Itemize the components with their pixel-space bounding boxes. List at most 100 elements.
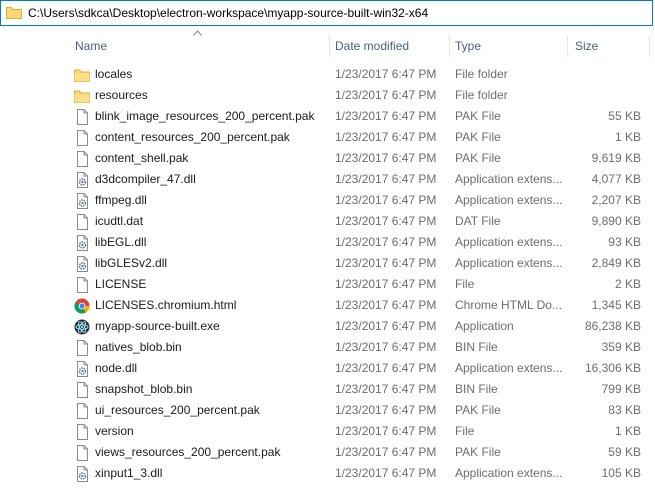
file-row[interactable]: ffmpeg.dll 1/23/2017 6:47 PM Application e… — [0, 190, 655, 211]
file-type: Application extens... — [455, 361, 563, 375]
file-row[interactable]: snapshot_blob.bin 1/23/2017 6:47 PM BIN Fi… — [0, 379, 655, 400]
file-row[interactable]: LICENSES.chromium.html 1/23/2017 6:47 PM C… — [0, 295, 655, 316]
file-date-modified: 1/23/2017 6:47 PM — [335, 67, 437, 81]
file-row[interactable]: libEGL.dll 1/23/2017 6:47 PM Application e… — [0, 232, 655, 253]
file-date-modified: 1/23/2017 6:47 PM — [335, 214, 437, 228]
file-row[interactable]: content_resources_200_percent.pak 1/23/20… — [0, 127, 655, 148]
file-date-modified: 1/23/2017 6:47 PM — [335, 340, 437, 354]
file-size: 1 KB — [614, 130, 641, 144]
dll-gear-icon — [74, 193, 90, 209]
file-name: content_resources_200_percent.pak — [95, 130, 290, 144]
file-date-modified: 1/23/2017 6:47 PM — [335, 298, 437, 312]
column-divider[interactable] — [329, 35, 330, 57]
file-size: 1,345 KB — [591, 298, 641, 312]
file-type: PAK File — [455, 130, 501, 144]
file-name: libEGL.dll — [95, 235, 147, 249]
file-size: 2,849 KB — [591, 256, 641, 270]
dll-gear-icon — [74, 172, 90, 188]
file-type: Application extens... — [455, 235, 563, 249]
file-row[interactable]: node.dll 1/23/2017 6:47 PM Application ext… — [0, 358, 655, 379]
file-type: BIN File — [455, 382, 498, 396]
file-type: File — [455, 277, 475, 291]
file-type: Application extens... — [455, 256, 563, 270]
file-icon — [74, 382, 90, 398]
file-name: myapp-source-built.exe — [95, 319, 220, 333]
file-list: locales 1/23/2017 6:47 PM File folder resou… — [0, 64, 655, 484]
file-name: d3dcompiler_47.dll — [95, 172, 196, 186]
file-icon — [74, 214, 90, 230]
file-date-modified: 1/23/2017 6:47 PM — [335, 319, 437, 333]
file-icon — [74, 109, 90, 125]
file-size: 4,077 KB — [591, 172, 641, 186]
column-header-type[interactable]: Type — [455, 33, 565, 59]
file-date-modified: 1/23/2017 6:47 PM — [335, 151, 437, 165]
file-icon — [74, 151, 90, 167]
file-type: File — [455, 424, 475, 438]
file-icon — [74, 340, 90, 356]
file-type: Application extens... — [455, 193, 563, 207]
column-divider[interactable] — [449, 35, 450, 57]
file-size: 83 KB — [608, 403, 641, 417]
file-size: 16,306 KB — [584, 361, 641, 375]
column-header-name[interactable]: Name — [75, 33, 325, 59]
file-row[interactable]: ui_resources_200_percent.pak 1/23/2017 6:… — [0, 400, 655, 421]
file-icon — [74, 445, 90, 461]
file-type: PAK File — [455, 445, 501, 459]
file-name: node.dll — [95, 361, 138, 375]
file-row[interactable]: d3dcompiler_47.dll 1/23/2017 6:47 PM Appli… — [0, 169, 655, 190]
file-name: blink_image_resources_200_percent.pak — [95, 109, 315, 123]
file-size — [570, 85, 641, 106]
file-size: 9,619 KB — [591, 151, 641, 165]
file-row[interactable]: icudtl.dat 1/23/2017 6:47 PM DAT File 9,890… — [0, 211, 655, 232]
file-date-modified: 1/23/2017 6:47 PM — [335, 277, 437, 291]
file-date-modified: 1/23/2017 6:47 PM — [335, 193, 437, 207]
dll-gear-icon — [74, 256, 90, 272]
file-type: Application extens... — [455, 172, 563, 186]
folder-icon — [74, 88, 90, 104]
dll-gear-icon — [74, 466, 90, 482]
file-row[interactable]: locales 1/23/2017 6:47 PM File folder — [0, 64, 655, 85]
file-size: 105 KB — [601, 466, 641, 480]
file-row[interactable]: myapp-source-built.exe 1/23/2017 6:47 PM A… — [0, 316, 655, 337]
file-row[interactable]: version 1/23/2017 6:47 PM File 1 KB — [0, 421, 655, 442]
file-size: 9,890 KB — [591, 214, 641, 228]
file-row[interactable]: blink_image_resources_200_percent.pak 1/2… — [0, 106, 655, 127]
file-row[interactable]: LICENSE 1/23/2017 6:47 PM File 2 KB — [0, 274, 655, 295]
file-row[interactable]: libGLESv2.dll 1/23/2017 6:47 PM Applicatio… — [0, 253, 655, 274]
file-date-modified: 1/23/2017 6:47 PM — [335, 172, 437, 186]
file-name: natives_blob.bin — [95, 340, 182, 354]
file-row[interactable]: resources 1/23/2017 6:47 PM File folder — [0, 85, 655, 106]
file-row[interactable]: natives_blob.bin 1/23/2017 6:47 PM BIN Fil… — [0, 337, 655, 358]
column-divider[interactable] — [567, 35, 568, 57]
file-name: snapshot_blob.bin — [95, 382, 193, 396]
file-size: 86,238 KB — [584, 319, 641, 333]
file-date-modified: 1/23/2017 6:47 PM — [335, 109, 437, 123]
column-header-size[interactable]: Size — [575, 33, 645, 59]
file-size: 59 KB — [608, 445, 641, 459]
column-header-row: Name Date modified Type Size — [0, 33, 655, 59]
dll-gear-icon — [74, 361, 90, 377]
file-size: 1 KB — [614, 424, 641, 438]
file-size: 359 KB — [601, 340, 641, 354]
file-type: File folder — [455, 67, 508, 81]
column-header-date-modified[interactable]: Date modified — [335, 33, 445, 59]
file-row[interactable]: xinput1_3.dll 1/23/2017 6:47 PM Applicatio… — [0, 463, 655, 484]
file-type: File folder — [455, 88, 508, 102]
file-row[interactable]: content_shell.pak 1/23/2017 6:47 PM PAK Fi… — [0, 148, 655, 169]
file-size: 799 KB — [601, 382, 641, 396]
folder-icon — [74, 67, 90, 83]
file-date-modified: 1/23/2017 6:47 PM — [335, 235, 437, 249]
file-row[interactable]: views_resources_200_percent.pak 1/23/2017… — [0, 442, 655, 463]
file-type: BIN File — [455, 340, 498, 354]
file-type: Application extens... — [455, 466, 563, 480]
file-name: content_shell.pak — [95, 151, 189, 165]
address-path[interactable]: C:\Users\sdkca\Desktop\electron-workspac… — [28, 6, 428, 20]
file-date-modified: 1/23/2017 6:47 PM — [335, 88, 437, 102]
column-divider[interactable] — [649, 35, 650, 57]
file-type: DAT File — [455, 214, 501, 228]
file-date-modified: 1/23/2017 6:47 PM — [335, 445, 437, 459]
file-size — [570, 64, 641, 85]
file-icon — [74, 424, 90, 440]
address-bar[interactable]: C:\Users\sdkca\Desktop\electron-workspac… — [0, 0, 653, 26]
file-type: Chrome HTML Do... — [455, 298, 562, 312]
